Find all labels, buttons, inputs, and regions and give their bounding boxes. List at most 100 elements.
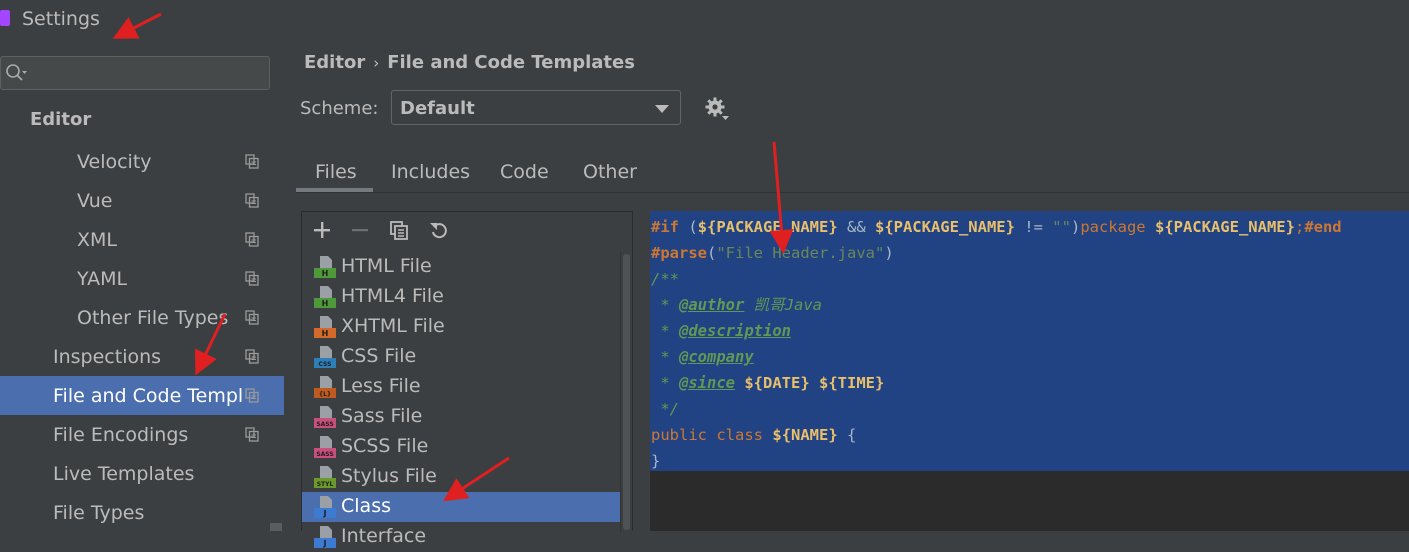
title-bar: Settings — [0, 0, 1409, 39]
code-token: #end — [1304, 218, 1342, 236]
sidebar-item-label: File Encodings — [53, 424, 189, 446]
template-item-html4-file[interactable]: H HTML4 File — [302, 282, 620, 312]
code-token: class — [716, 426, 764, 444]
sidebar-item-xml[interactable]: XML — [0, 220, 284, 259]
svg-text:CSS: CSS — [319, 361, 332, 368]
code-line: } — [651, 448, 1342, 474]
template-item-label: CSS File — [341, 345, 417, 367]
template-item-label: SCSS File — [341, 435, 429, 457]
code-token: #parse — [651, 244, 707, 262]
template-item-label: Interface — [341, 525, 427, 547]
template-item-label: Sass File — [341, 405, 423, 427]
search-icon — [6, 64, 27, 81]
svg-text:H: H — [322, 329, 329, 338]
file-type-icon: H — [314, 286, 336, 308]
code-line: public class ${NAME} { — [651, 422, 1342, 448]
template-toolbar — [302, 212, 632, 250]
file-type-icon: H — [314, 316, 336, 338]
file-type-icon: J — [314, 496, 336, 518]
file-type-icon: {L} — [314, 376, 336, 398]
copy-settings-icon — [245, 271, 259, 286]
sidebar-item-file-and-code-templa[interactable]: File and Code Templa — [0, 376, 284, 415]
breadcrumb-separator: › — [373, 54, 380, 72]
breadcrumb-parent: Editor — [304, 52, 366, 73]
chevron-down-icon — [655, 105, 669, 113]
copy-icon[interactable] — [389, 220, 409, 240]
svg-text:SASS: SASS — [316, 421, 333, 428]
template-item-label: Stylus File — [341, 465, 437, 487]
tab-code[interactable]: Code — [482, 154, 552, 192]
code-token: */ — [651, 400, 679, 418]
code-token: public — [651, 426, 707, 444]
sidebar-item-velocity[interactable]: Velocity — [0, 142, 284, 181]
search-input[interactable] — [0, 56, 270, 90]
sidebar-item-label: Velocity — [77, 151, 152, 173]
code-token: @since — [679, 374, 735, 392]
sidebar-item-label: File Types — [53, 502, 145, 524]
template-list-panel: H HTML File H HTML4 File H XHTML File CSS CSS F… — [301, 211, 633, 548]
window-title: Settings — [22, 8, 100, 30]
code-token: ) — [884, 244, 894, 262]
sidebar-item-label: Other File Types — [77, 307, 229, 329]
code-token: ${PACKAGE_NAME} — [874, 218, 1015, 236]
template-code[interactable]: #if (${PACKAGE_NAME} && ${PACKAGE_NAME} … — [651, 214, 1342, 474]
code-token: ${PACKAGE_NAME} — [697, 218, 838, 236]
code-token: ${TIME} — [819, 374, 885, 392]
scheme-dropdown[interactable]: Default — [391, 90, 681, 125]
code-token: * — [651, 296, 679, 314]
sidebar-item-live-templates[interactable]: Live Templates — [0, 454, 284, 493]
template-list-scrollbar[interactable] — [620, 252, 632, 532]
code-token: ${PACKAGE_NAME} — [1154, 218, 1295, 236]
reset-icon[interactable] — [429, 220, 449, 240]
file-type-icon: CSS — [314, 346, 336, 368]
file-type-icon: SASS — [314, 406, 336, 428]
minus-icon[interactable] — [350, 220, 370, 240]
code-line: #parse("File Header.java") — [651, 240, 1342, 266]
code-token: && — [837, 218, 875, 236]
code-token: @author — [679, 296, 745, 314]
template-item-less-file[interactable]: {L} Less File — [302, 372, 620, 402]
template-item-label: Less File — [341, 375, 421, 397]
code-token: * — [651, 374, 679, 392]
code-token: 凯哥Java — [744, 296, 822, 314]
template-item-html-file[interactable]: H HTML File — [302, 252, 620, 282]
template-item-sass-file[interactable]: SASS Sass File — [302, 402, 620, 432]
scrollbar-thumb[interactable] — [623, 254, 630, 530]
code-token: package — [1080, 218, 1146, 236]
code-line: * @since ${DATE} ${TIME} — [651, 370, 1342, 396]
sidebar-item-inspections[interactable]: Inspections — [0, 337, 284, 376]
code-line: #if (${PACKAGE_NAME} && ${PACKAGE_NAME} … — [651, 214, 1342, 240]
sidebar-item-file-encodings[interactable]: File Encodings — [0, 415, 284, 454]
code-token: ( — [707, 244, 717, 262]
copy-settings-icon — [245, 349, 259, 364]
template-item-css-file[interactable]: CSS CSS File — [302, 342, 620, 372]
tab-files[interactable]: Files — [296, 154, 373, 192]
svg-text:J: J — [323, 539, 327, 548]
template-item-class[interactable]: J Class — [302, 492, 620, 522]
template-item-label: HTML File — [341, 255, 432, 277]
code-token: #if — [651, 218, 679, 236]
code-token: } — [651, 452, 661, 470]
sidebar-item-yaml[interactable]: YAML — [0, 259, 284, 298]
sidebar-scrollbar[interactable] — [270, 523, 282, 531]
template-item-xhtml-file[interactable]: H XHTML File — [302, 312, 620, 342]
copy-settings-icon — [245, 232, 259, 247]
sidebar-section-editor[interactable]: Editor — [30, 109, 91, 130]
code-line: /** — [651, 266, 1342, 292]
template-item-scss-file[interactable]: SASS SCSS File — [302, 432, 620, 462]
template-code-editor[interactable]: #if (${PACKAGE_NAME} && ${PACKAGE_NAME} … — [650, 211, 1409, 531]
plus-icon[interactable] — [312, 220, 332, 240]
tab-other[interactable]: Other — [564, 154, 644, 192]
template-item-stylus-file[interactable]: STYL Stylus File — [302, 462, 620, 492]
sidebar-item-file-types[interactable]: File Types — [0, 493, 284, 532]
tab-includes[interactable]: Includes — [373, 154, 473, 192]
sidebar-item-vue[interactable]: Vue — [0, 181, 284, 220]
code-token: /** — [651, 270, 679, 288]
sidebar-item-other-file-types[interactable]: Other File Types — [0, 298, 284, 337]
svg-text:H: H — [322, 299, 329, 308]
file-type-icon: STYL — [314, 466, 336, 488]
gear-icon[interactable] — [704, 96, 730, 122]
file-type-icon: H — [314, 256, 336, 278]
template-item-interface[interactable]: J Interface — [302, 522, 620, 552]
